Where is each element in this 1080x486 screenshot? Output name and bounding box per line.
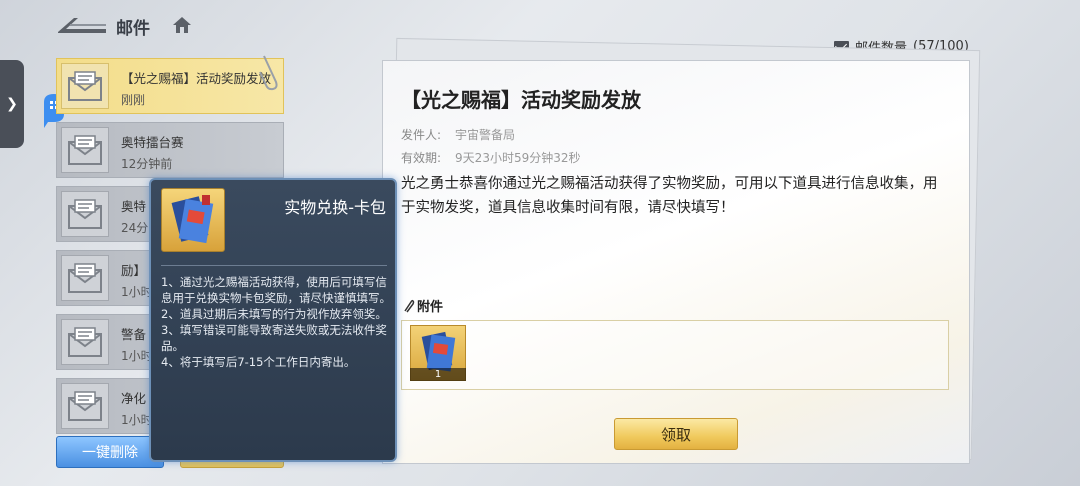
mail-envelope-icon — [61, 383, 109, 429]
claim-button[interactable]: 领取 — [614, 418, 738, 450]
expiry-label: 有效期: — [401, 151, 442, 165]
expiry-row: 有效期: 9天23小时59分钟32秒 — [401, 149, 581, 166]
paperclip-small-icon — [404, 299, 415, 312]
attachment-area — [401, 320, 949, 390]
tooltip-line: 4、将于填写后7-15个工作日内寄出。 — [161, 355, 356, 369]
attachment-label: 附件 — [417, 300, 444, 315]
mail-subject: 奥特擂台赛 — [121, 135, 184, 150]
mail-time: 刚刚 — [121, 93, 146, 107]
mail-envelope-icon — [61, 63, 109, 109]
sender-label: 发件人: — [401, 128, 442, 142]
mail-time: 12分钟前 — [121, 157, 173, 171]
tooltip-title: 实物兑换-卡包 — [284, 198, 386, 217]
tooltip-description: 1、通过光之赐福活动获得，使用后可填写信息用于兑换实物卡包奖励，请尽快谨慎填写。… — [161, 274, 393, 370]
delete-all-button[interactable]: 一键删除 — [56, 436, 164, 468]
mail-envelope-icon — [61, 319, 109, 365]
tooltip-divider — [161, 265, 387, 266]
tooltip-line: 2、道具过期后未填写的行为视作放弃领奖。 — [161, 307, 387, 321]
attachment-header: 附件 — [401, 296, 443, 315]
page-title: 邮件 — [116, 19, 150, 39]
paperclip-icon — [259, 55, 278, 91]
mail-envelope-icon — [61, 127, 109, 173]
back-arrow-icon[interactable] — [56, 12, 108, 36]
tooltip-line: 1、通过光之赐福活动获得，使用后可填写信息用于兑换实物卡包奖励，请尽快谨慎填写。 — [161, 275, 391, 305]
mail-time: 1小时 — [121, 285, 153, 299]
home-icon[interactable] — [172, 16, 192, 34]
expand-side-tab[interactable]: ❯ — [0, 60, 24, 148]
mail-detail-panel — [382, 60, 970, 464]
sender-row: 发件人: 宇宙警备局 — [401, 126, 515, 143]
mail-time: 24分 — [121, 221, 149, 235]
expiry-value: 9天23小时59分钟32秒 — [455, 151, 581, 165]
tooltip-line: 3、填写错误可能导致寄送失败或无法收件奖品。 — [161, 323, 387, 353]
mail-list-item[interactable]: 【光之赐福】活动奖励发放 刚刚 — [56, 58, 284, 114]
mail-time: 1小时 — [121, 349, 153, 363]
mail-list-item[interactable]: 奥特擂台赛 12分钟前 — [56, 122, 284, 178]
mail-time: 1小时 — [121, 413, 153, 427]
mail-body: 光之勇士恭喜你通过光之赐福活动获得了实物奖励，可用以下道具进行信息收集，用于实物… — [401, 176, 938, 216]
chevron-right-icon: ❯ — [6, 96, 18, 112]
mail-envelope-icon — [61, 191, 109, 237]
attachment-quantity: 1 — [410, 368, 466, 381]
mail-title: 【光之赐福】活动奖励发放 — [401, 88, 641, 112]
mail-envelope-icon — [61, 255, 109, 301]
tooltip-card-pack-icon — [161, 188, 225, 252]
sender-value: 宇宙警备局 — [455, 128, 516, 142]
mail-subject: 【光之赐福】活动奖励发放 — [121, 71, 272, 86]
